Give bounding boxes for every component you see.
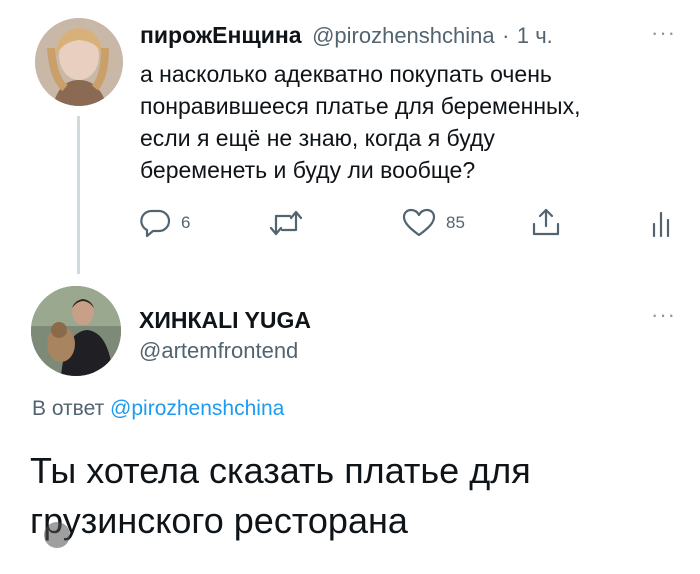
share-button[interactable] [530,206,562,238]
analytics-button[interactable] [651,210,671,238]
tweet2-text-line: грузинского ресторана [30,500,408,541]
reply-context-handle[interactable]: @pirozhenshchina [110,397,284,420]
tweet1-header: пирожЕнщина @pirozhenshchina · 1 ч. [140,22,620,49]
avatar-image [31,286,121,376]
avatar-image [35,18,123,106]
heart-icon [402,208,436,237]
like-button[interactable]: 85 [402,208,465,238]
reply-count: 6 [181,213,191,232]
tweet1-text-line: беременеть и буду ли вообще? [140,157,476,183]
tweet1-text-line: понравившееся платье для беременных, [140,93,581,119]
share-icon [532,208,560,236]
tweet2-more-button[interactable]: ··· [651,302,676,328]
tweet1-text-line: если я ещё не знаю, когда я буду [140,125,495,151]
tweet1-timestamp[interactable]: 1 ч. [517,23,553,48]
reply-context-prefix: В ответ [32,397,105,420]
reply-icon [140,209,171,238]
tweet1-display-name[interactable]: пирожЕнщина [140,22,302,48]
analytics-icon [652,211,670,238]
tweet1-separator: · [502,23,510,48]
reply-context: В ответ @pirozhenshchina [32,397,284,421]
tweet1-more-button[interactable]: ··· [651,20,676,46]
retweet-icon [269,210,303,236]
tweet2-handle[interactable]: @artemfrontend [139,338,298,364]
tweet1-text-line: а насколько адекватно покупать очень [140,61,552,87]
watermark-icon [44,522,70,548]
tweet2-text-line: Ты хотела сказать платье для [30,450,531,491]
avatar-artemfrontend[interactable] [31,286,121,376]
reply-button[interactable]: 6 [139,208,190,238]
avatar-pirozhenshchina[interactable] [35,18,123,106]
tweet1-text: а насколько адекватно покупать очень пон… [140,58,680,186]
tweet1-handle[interactable]: @pirozhenshchina [312,23,495,48]
thread-connector-line [77,116,80,274]
tweet2-display-name[interactable]: ХИНКALI YUGA [139,307,311,334]
tweet2-text: Ты хотела сказать платье для грузинского… [30,446,680,546]
like-count: 85 [446,213,465,232]
retweet-button[interactable] [268,208,314,238]
